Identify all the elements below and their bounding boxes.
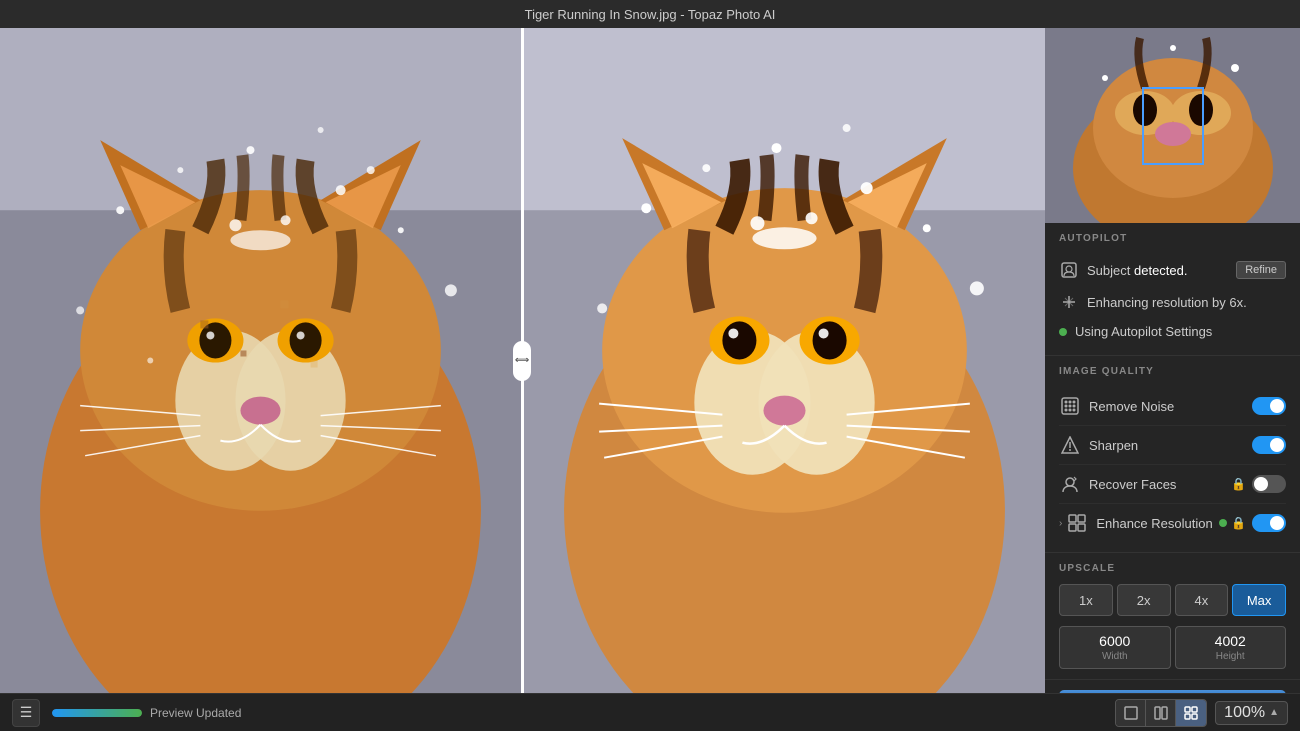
- resolution-icon: [1059, 292, 1079, 312]
- remove-noise-knob: [1270, 399, 1284, 413]
- after-image: [524, 28, 1045, 693]
- recover-faces-label: Recover Faces: [1089, 477, 1231, 492]
- zoom-control: 100% ▲: [1215, 701, 1288, 725]
- enhance-resolution-row: › Enhance Resolution 🔒: [1059, 504, 1286, 542]
- autopilot-resolution-row: Enhancing resolution by 6x.: [1059, 286, 1286, 318]
- before-panel: [0, 28, 521, 693]
- upscale-section: UPSCALE 1x 2x 4x Max 6000 Width 4002 Hei…: [1045, 553, 1300, 680]
- recover-faces-knob: [1254, 477, 1268, 491]
- remove-noise-toggle[interactable]: [1252, 397, 1286, 415]
- enhance-resolution-lock-icon: 🔒: [1231, 516, 1246, 530]
- settings-label: Using Autopilot Settings: [1075, 324, 1212, 339]
- remove-noise-icon: [1059, 395, 1081, 417]
- subject-detected-text: Subject detected.: [1087, 263, 1236, 278]
- view-toggle-group: [1115, 699, 1207, 727]
- resolution-label: Enhancing resolution by 6x.: [1087, 295, 1247, 310]
- width-label: Width: [1068, 651, 1162, 662]
- enhance-resolution-knob: [1270, 516, 1284, 530]
- upscale-max-button[interactable]: Max: [1232, 584, 1286, 616]
- image-area: ⟺: [0, 28, 1045, 693]
- dimensions-row: 6000 Width 4002 Height: [1059, 626, 1286, 669]
- preview-updated-text: Preview Updated: [150, 706, 241, 720]
- progress-bar-fill: [52, 709, 142, 717]
- menu-button[interactable]: ☰: [12, 699, 40, 727]
- before-image: [0, 28, 521, 693]
- after-panel: [524, 28, 1045, 693]
- sidebar: AUTOPILOT Subject detected. Refine: [1045, 28, 1300, 693]
- image-quality-title: IMAGE QUALITY: [1059, 366, 1286, 377]
- autopilot-settings-row: Using Autopilot Settings: [1059, 318, 1286, 345]
- zoom-expand-icon[interactable]: ▲: [1269, 707, 1279, 718]
- recover-faces-lock-icon: 🔒: [1231, 477, 1246, 491]
- main-area: ⟺: [0, 28, 1300, 693]
- sharpen-row: Sharpen: [1059, 426, 1286, 465]
- subject-status: detected.: [1134, 263, 1188, 278]
- enhance-resolution-toggle[interactable]: [1252, 514, 1286, 532]
- upscale-4x-button[interactable]: 4x: [1175, 584, 1229, 616]
- sharpen-knob: [1270, 438, 1284, 452]
- subject-icon: [1059, 260, 1079, 280]
- window-title: Tiger Running In Snow.jpg - Topaz Photo …: [525, 7, 776, 22]
- progress-bar: [52, 709, 142, 717]
- height-value: 4002: [1184, 633, 1278, 649]
- upscale-2x-button[interactable]: 2x: [1117, 584, 1171, 616]
- view-split-button[interactable]: [1146, 700, 1176, 726]
- upscale-title: UPSCALE: [1059, 563, 1286, 574]
- recover-faces-toggle[interactable]: [1252, 475, 1286, 493]
- autopilot-title: AUTOPILOT: [1059, 233, 1286, 244]
- enhance-resolution-active-indicator: [1219, 519, 1227, 527]
- remove-noise-label: Remove Noise: [1089, 399, 1252, 414]
- width-box: 6000 Width: [1059, 626, 1171, 669]
- bottombar: ☰ Preview Updated 100% ▲: [0, 693, 1300, 731]
- refine-button[interactable]: Refine: [1236, 261, 1286, 279]
- autopilot-subject-row: Subject detected. Refine: [1059, 254, 1286, 286]
- upscale-1x-button[interactable]: 1x: [1059, 584, 1113, 616]
- titlebar: Tiger Running In Snow.jpg - Topaz Photo …: [0, 0, 1300, 28]
- autopilot-section: AUTOPILOT Subject detected. Refine: [1045, 223, 1300, 356]
- sharpen-icon: [1059, 434, 1081, 456]
- width-value: 6000: [1068, 633, 1162, 649]
- subject-label: Subject: [1087, 263, 1130, 278]
- upscale-button-group: 1x 2x 4x Max: [1059, 584, 1286, 616]
- enhance-resolution-icon: [1066, 512, 1088, 534]
- sharpen-toggle[interactable]: [1252, 436, 1286, 454]
- height-box: 4002 Height: [1175, 626, 1287, 669]
- zoom-value: 100%: [1224, 704, 1265, 722]
- image-quality-section: IMAGE QUALITY: [1045, 356, 1300, 553]
- split-divider[interactable]: ⟺: [521, 28, 524, 693]
- recover-faces-icon: [1059, 473, 1081, 495]
- thumbnail-area: [1045, 28, 1300, 223]
- remove-noise-row: Remove Noise: [1059, 387, 1286, 426]
- enhance-resolution-label: Enhance Resolution: [1096, 516, 1219, 531]
- view-split-active-button[interactable]: [1176, 700, 1206, 726]
- height-label: Height: [1184, 651, 1278, 662]
- enhance-resolution-chevron[interactable]: ›: [1059, 518, 1062, 529]
- green-dot-indicator: [1059, 328, 1067, 336]
- sharpen-label: Sharpen: [1089, 438, 1252, 453]
- view-single-left-button[interactable]: [1116, 700, 1146, 726]
- recover-faces-row: Recover Faces 🔒: [1059, 465, 1286, 504]
